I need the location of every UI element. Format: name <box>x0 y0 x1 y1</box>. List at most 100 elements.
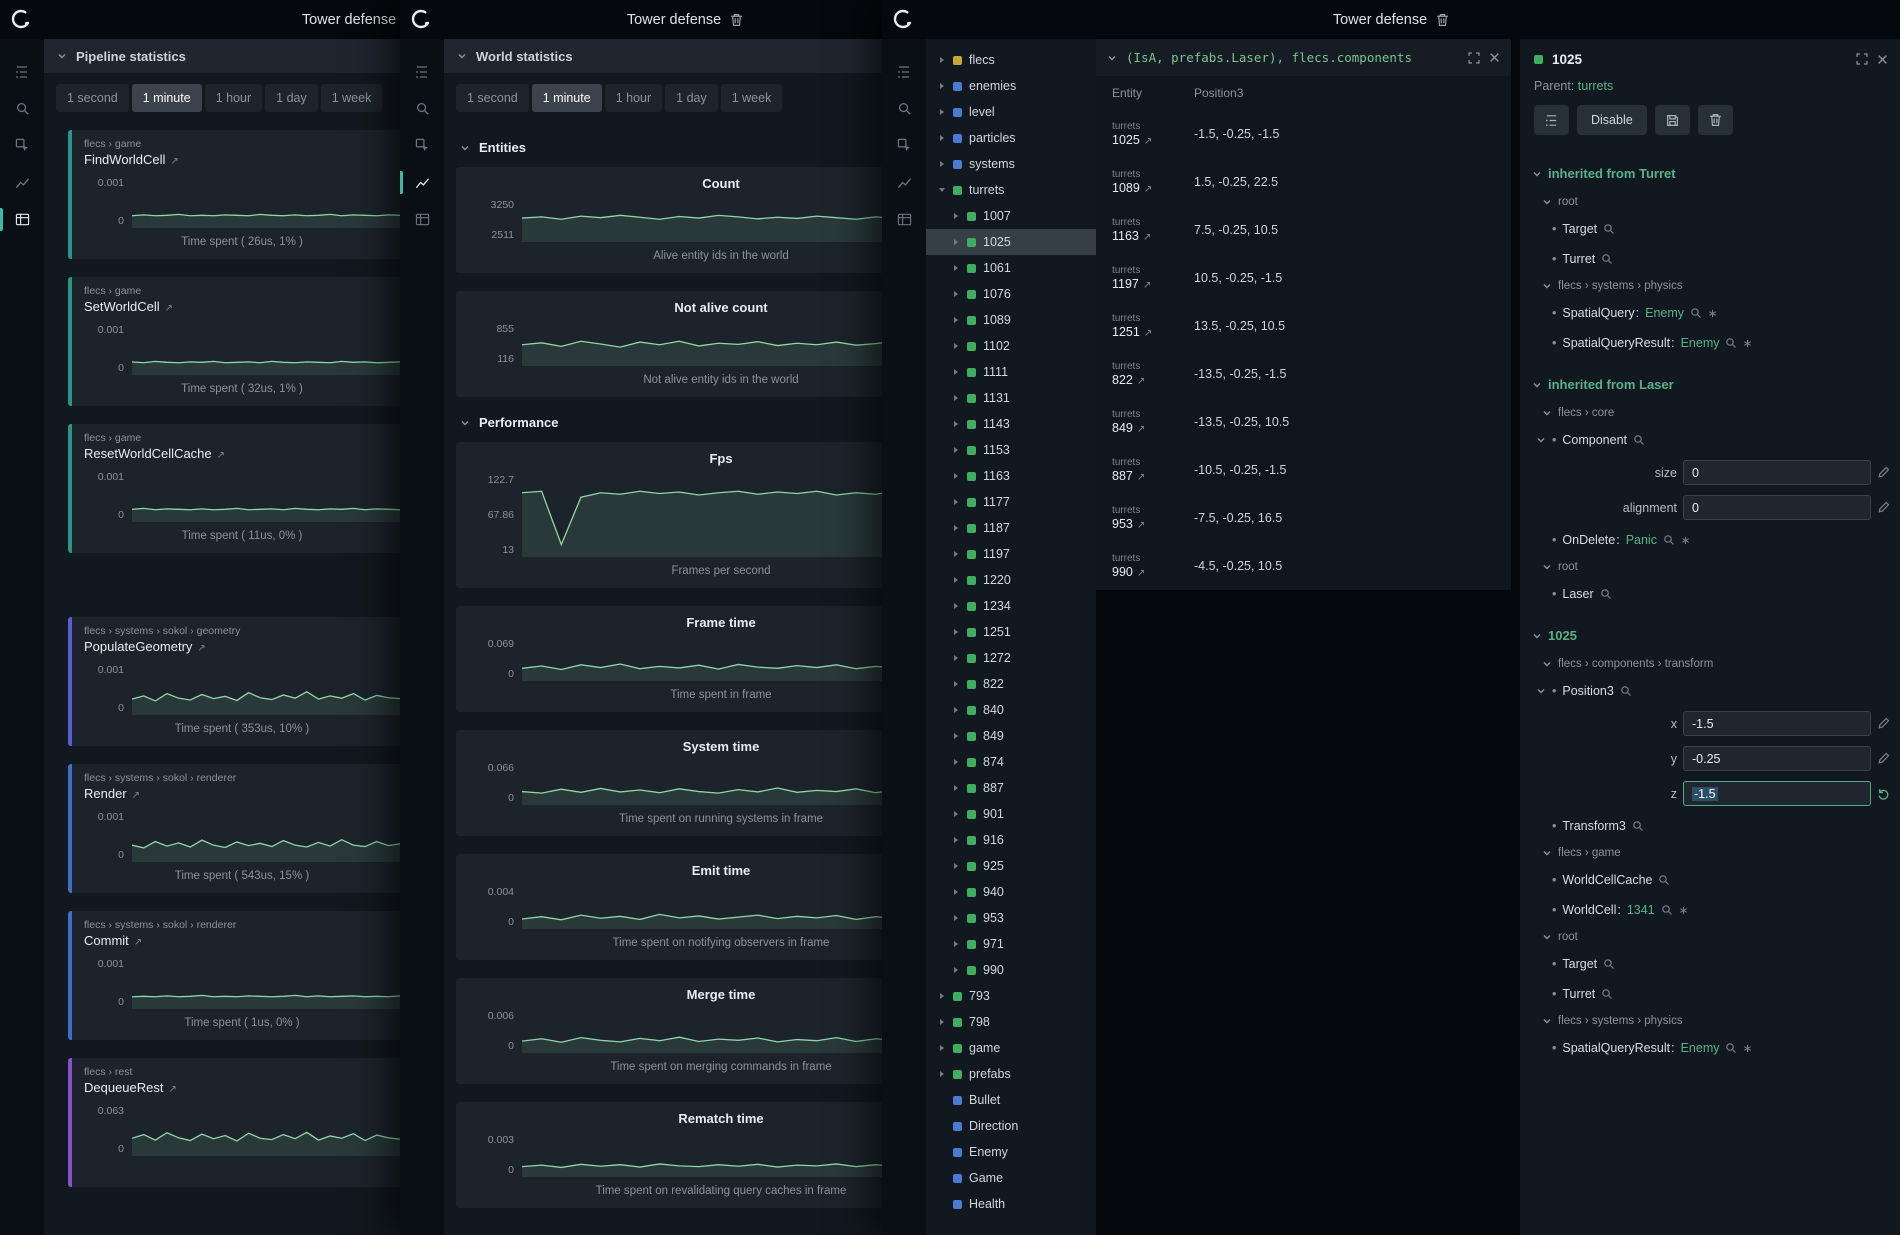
expand-chevron-icon[interactable] <box>952 602 960 610</box>
expand-chevron-icon[interactable] <box>938 1070 946 1078</box>
inspector-row[interactable]: • flecs › systems › physics flecs › syst… <box>1520 1009 1900 1033</box>
chevron-down-icon[interactable] <box>1542 932 1552 942</box>
chart-icon[interactable] <box>882 164 926 201</box>
tree-item[interactable]: 887 <box>926 775 1096 801</box>
search-icon[interactable] <box>0 90 44 127</box>
tree-item[interactable]: 916 <box>926 827 1096 853</box>
expand-chevron-icon[interactable] <box>952 810 960 818</box>
expand-chevron-icon[interactable] <box>938 56 946 64</box>
time-range-button[interactable]: 1 hour <box>605 84 662 112</box>
tree-item[interactable]: 793 <box>926 983 1096 1009</box>
close-icon[interactable] <box>1877 54 1888 65</box>
tree-item[interactable]: 990 <box>926 957 1096 983</box>
tree-item[interactable]: 1025 <box>926 229 1096 255</box>
hierarchy-icon[interactable] <box>0 53 44 90</box>
chevron-down-icon[interactable] <box>1532 169 1542 179</box>
tree-item[interactable]: 1111 <box>926 359 1096 385</box>
time-range-button[interactable]: 1 day <box>665 84 718 112</box>
magnifier-icon[interactable] <box>1601 988 1613 1000</box>
inspector-row[interactable]: • Target : <box>1520 214 1900 244</box>
hierarchy-icon[interactable] <box>400 53 444 90</box>
tree-view-button[interactable] <box>1534 105 1569 135</box>
expand-chevron-icon[interactable] <box>938 160 946 168</box>
tree-item[interactable]: flecs <box>926 47 1096 73</box>
chevron-down-icon[interactable] <box>1532 380 1542 390</box>
tree-item[interactable]: 1272 <box>926 645 1096 671</box>
inspector-row[interactable]: • root root : <box>1520 555 1900 579</box>
time-range-button[interactable]: 1 minute <box>132 84 202 112</box>
tree-item[interactable]: 1131 <box>926 385 1096 411</box>
expand-chevron-icon[interactable] <box>952 732 960 740</box>
magnifier-icon[interactable] <box>1690 307 1702 319</box>
chart-icon[interactable] <box>400 164 444 201</box>
magnifier-icon[interactable] <box>1725 337 1737 349</box>
magnifier-icon[interactable] <box>1663 534 1675 546</box>
chevron-down-icon[interactable] <box>1542 1016 1552 1026</box>
expand-chevron-icon[interactable] <box>952 238 960 246</box>
open-link-icon[interactable]: ↗ <box>1143 232 1151 243</box>
chevron-down-icon[interactable] <box>1532 631 1542 641</box>
time-range-button[interactable]: 1 minute <box>532 84 602 112</box>
inspector-row[interactable]: • Turret : <box>1520 244 1900 274</box>
tree-item[interactable]: Enemy <box>926 1139 1096 1165</box>
pencil-icon[interactable] <box>1877 717 1890 730</box>
inspector-row[interactable]: • : 0 alignment 0 <box>1520 490 1900 525</box>
expand-chevron-icon[interactable] <box>938 992 946 1000</box>
magnifier-icon[interactable] <box>1632 820 1644 832</box>
tree-item[interactable]: 822 <box>926 671 1096 697</box>
open-link-icon[interactable]: ↗ <box>1143 280 1151 291</box>
result-entity-cell[interactable]: turrets 822↗ <box>1112 361 1194 388</box>
system-name-link[interactable]: PopulateGeometry↗ <box>84 639 400 654</box>
stats-icon[interactable] <box>882 201 926 238</box>
search-icon[interactable] <box>400 90 444 127</box>
inspector-row[interactable]: • WorldCell : 1341 1341 <box>1520 895 1900 925</box>
inspect-icon[interactable] <box>882 127 926 164</box>
tree-item[interactable]: 1076 <box>926 281 1096 307</box>
inspector-row[interactable]: • Laser : <box>1520 579 1900 609</box>
tree-item[interactable]: 971 <box>926 931 1096 957</box>
inspector-row[interactable]: • root root : <box>1520 190 1900 214</box>
expand-chevron-icon[interactable] <box>952 654 960 662</box>
expand-chevron-icon[interactable] <box>938 186 946 194</box>
expand-chevron-icon[interactable] <box>952 368 960 376</box>
stats-icon[interactable] <box>400 201 444 238</box>
magnifier-icon[interactable] <box>1658 874 1670 886</box>
tree-item[interactable]: Game <box>926 1165 1096 1191</box>
system-name-link[interactable]: ResetWorldCellCache↗ <box>84 446 400 461</box>
inspector-row[interactable]: • : -0.25 y -0.25 <box>1520 741 1900 776</box>
tree-item[interactable]: 1143 <box>926 411 1096 437</box>
expand-chevron-icon[interactable] <box>952 420 960 428</box>
inspector-row[interactable]: • Transform3 : <box>1520 811 1900 841</box>
inspector-row[interactable]: • flecs › core flecs › core : <box>1520 401 1900 425</box>
expand-chevron-icon[interactable] <box>952 394 960 402</box>
component-value-link[interactable]: Enemy <box>1645 306 1684 320</box>
tree-item[interactable]: systems <box>926 151 1096 177</box>
stats-icon[interactable] <box>0 201 44 238</box>
system-name-link[interactable]: FindWorldCell↗ <box>84 152 400 167</box>
open-link-icon[interactable]: ↗ <box>1144 328 1152 339</box>
chevron-down-icon[interactable] <box>1542 197 1552 207</box>
chevron-down-icon[interactable] <box>1107 53 1117 63</box>
magnifier-icon[interactable] <box>1633 434 1645 446</box>
expand-chevron-icon[interactable] <box>952 264 960 272</box>
result-row[interactable]: turrets 1025↗ -1.5, -0.25, -1.5 <box>1096 110 1511 158</box>
inspector-row[interactable]: • SpatialQueryResult : Enemy Enemy <box>1520 328 1900 358</box>
tree-item[interactable]: 1177 <box>926 489 1096 515</box>
chevron-down-icon[interactable] <box>1536 435 1546 445</box>
inspector-row[interactable]: • Turret : <box>1520 979 1900 1009</box>
field-value-input[interactable]: 0 <box>1683 460 1871 485</box>
tree-item[interactable]: turrets <box>926 177 1096 203</box>
tree-item[interactable]: 1007 <box>926 203 1096 229</box>
inspector-row[interactable]: • Component : <box>1520 425 1900 455</box>
save-button[interactable] <box>1655 105 1690 135</box>
result-row[interactable]: turrets 1089↗ 1.5, -0.25, 22.5 <box>1096 158 1511 206</box>
expand-chevron-icon[interactable] <box>952 628 960 636</box>
result-row[interactable]: turrets 849↗ -13.5, -0.25, 10.5 <box>1096 398 1511 446</box>
tree-item[interactable]: 874 <box>926 749 1096 775</box>
expand-chevron-icon[interactable] <box>952 836 960 844</box>
expand-chevron-icon[interactable] <box>952 342 960 350</box>
tree-item[interactable]: 1102 <box>926 333 1096 359</box>
tree-item[interactable]: Direction <box>926 1113 1096 1139</box>
result-row[interactable]: turrets 1197↗ 10.5, -0.25, -1.5 <box>1096 254 1511 302</box>
tree-item[interactable]: 1220 <box>926 567 1096 593</box>
